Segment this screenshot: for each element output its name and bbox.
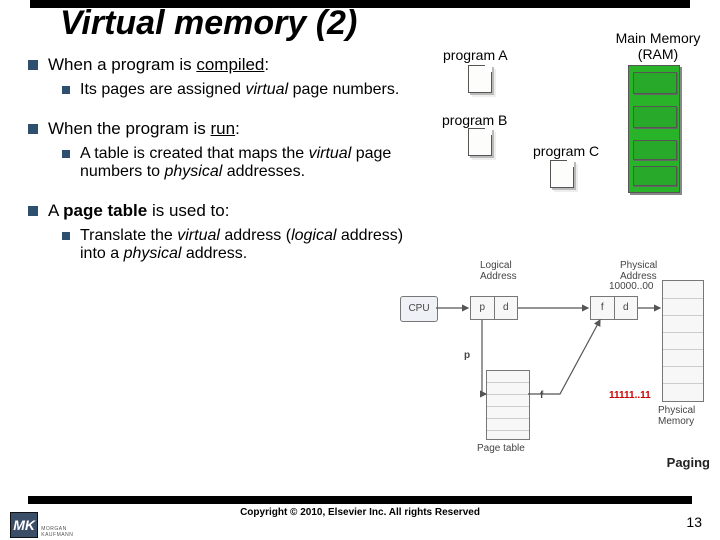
text: page numbers. xyxy=(288,81,399,98)
ram-cell xyxy=(633,166,677,186)
mk-logo-icon: MK xyxy=(10,512,38,538)
bullet-compiled: When a program is compiled: xyxy=(28,55,418,75)
text: When a program is xyxy=(48,55,196,74)
text: : xyxy=(264,55,269,74)
page-stack-icon xyxy=(468,65,492,93)
italic-virtual: virtual xyxy=(309,145,352,162)
page-stack-icon xyxy=(468,128,492,156)
bullet-run: When the program is run: xyxy=(28,119,418,139)
text: (RAM) xyxy=(638,46,678,62)
page-stack-icon xyxy=(550,160,574,188)
italic-physical: physical xyxy=(164,163,222,180)
text: is used to: xyxy=(147,201,229,220)
bullet-run-sub: A table is created that maps the virtual… xyxy=(62,145,418,181)
italic-virtual: virtual xyxy=(245,81,288,98)
footer-rule xyxy=(28,496,692,504)
square-bullet-icon xyxy=(28,206,38,216)
italic-physical: physical xyxy=(124,245,182,262)
square-bullet-icon xyxy=(28,124,38,134)
bullet-pagetable: A page table is used to: xyxy=(28,201,418,221)
text: A xyxy=(48,201,63,220)
square-bullet-icon xyxy=(28,60,38,70)
label-program-a: program A xyxy=(443,47,508,63)
square-bullet-icon xyxy=(62,150,70,158)
text: Its pages are assigned xyxy=(80,81,245,98)
body-text: When a program is compiled: Its pages ar… xyxy=(28,55,418,267)
publisher-logo: MK MORGAN KAUFMANN xyxy=(10,512,90,538)
bullet-pagetable-sub: Translate the virtual address (logical a… xyxy=(62,227,418,263)
paging-diagram: Logical Address Physical Address CPU p d… xyxy=(400,260,710,470)
bullet-compiled-sub: Its pages are assigned virtual page numb… xyxy=(62,81,418,99)
text: addresses. xyxy=(222,163,305,180)
label-main-memory: Main Memory (RAM) xyxy=(608,30,708,62)
text: When the program is xyxy=(48,119,211,138)
underline-run: run xyxy=(211,119,236,138)
ram-box xyxy=(628,65,680,193)
copyright-text: Copyright © 2010, Elsevier Inc. All righ… xyxy=(0,507,720,518)
underline-compiled: compiled xyxy=(196,55,264,74)
arrows-icon xyxy=(400,260,710,470)
label-program-c: program C xyxy=(533,143,599,159)
bold-pagetable: page table xyxy=(63,201,147,220)
text: A table is created that maps the xyxy=(80,145,309,162)
page-number: 13 xyxy=(686,514,702,530)
publisher-name: MORGAN KAUFMANN xyxy=(41,526,90,538)
memory-diagram: program A program B program C Main Memor… xyxy=(428,30,708,190)
square-bullet-icon xyxy=(62,232,70,240)
text: Translate the xyxy=(80,227,177,244)
italic-logical: logical xyxy=(291,227,336,244)
text: address. xyxy=(181,245,247,262)
ram-cell xyxy=(633,140,677,160)
ram-cell xyxy=(633,106,677,128)
label-program-b: program B xyxy=(442,112,507,128)
text: Main Memory xyxy=(616,30,701,46)
text: : xyxy=(235,119,240,138)
italic-virtual: virtual xyxy=(177,227,220,244)
ram-cell xyxy=(633,72,677,94)
square-bullet-icon xyxy=(62,86,70,94)
slide-title: Virtual memory (2) xyxy=(60,4,357,43)
text: address ( xyxy=(220,227,291,244)
